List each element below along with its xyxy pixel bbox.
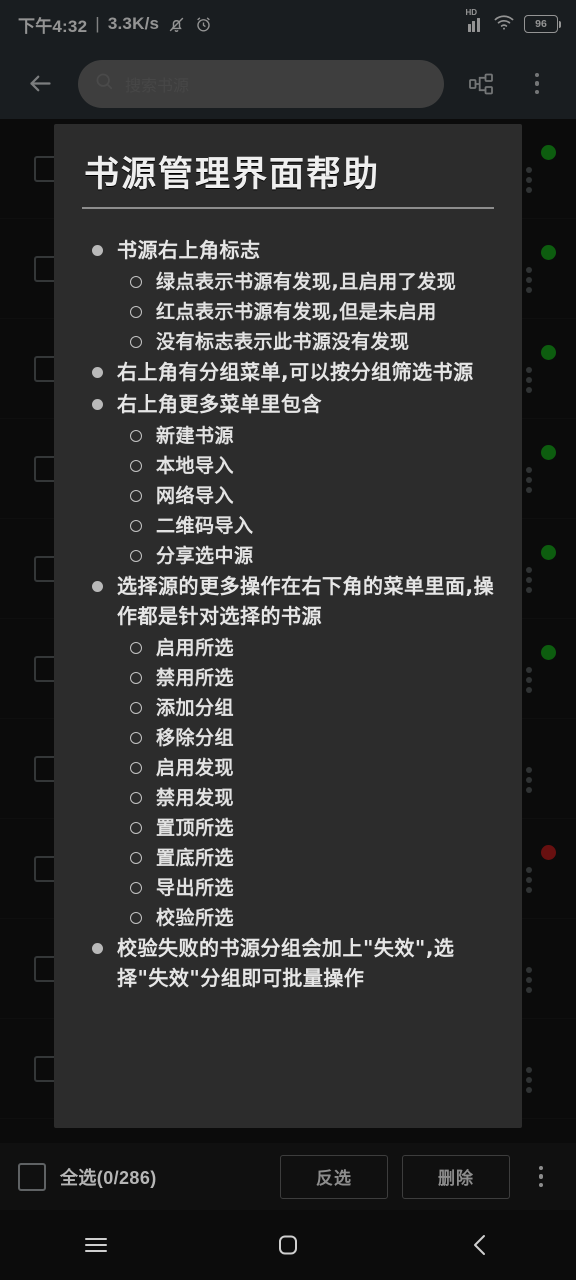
- help-bullet: 选择源的更多操作在右下角的菜单里面,操作都是针对选择的书源: [84, 571, 496, 631]
- hollow-bullet-icon: [130, 912, 142, 924]
- hollow-bullet-icon: [130, 490, 142, 502]
- help-sub-item: 置顶所选: [84, 813, 496, 843]
- select-all-checkbox[interactable]: [18, 1162, 46, 1191]
- select-all-label: 全选(0/286): [60, 1167, 157, 1188]
- hollow-bullet-icon: [130, 672, 142, 684]
- hollow-bullet-icon: [130, 702, 142, 714]
- recents-menu-icon[interactable]: [51, 1210, 141, 1280]
- help-sub-item-text: 移除分组: [156, 727, 235, 749]
- bottom-overflow-menu-icon[interactable]: [524, 1153, 558, 1201]
- help-bullet-text: 右上角更多菜单里包含: [117, 392, 322, 416]
- help-sub-item: 移除分组: [84, 723, 496, 753]
- hollow-bullet-icon: [130, 460, 142, 472]
- hollow-bullet-icon: [130, 642, 142, 654]
- back-chevron-icon[interactable]: [435, 1210, 525, 1280]
- delete-button[interactable]: 删除: [402, 1154, 510, 1199]
- phone-screen: 下午4:32 | 3.3K/s HD 96 搜索书源 书源管理界面帮助 书源右上…: [0, 0, 576, 1280]
- hollow-bullet-icon: [130, 762, 142, 774]
- help-sub-item: 没有标志表示此书源没有发现: [84, 327, 496, 357]
- help-sub-item-text: 启用所选: [156, 637, 235, 659]
- help-sub-item-text: 绿点表示书源有发现,且启用了发现: [156, 271, 457, 293]
- hollow-bullet-icon: [130, 792, 142, 804]
- help-sub-item-text: 导出所选: [156, 877, 235, 899]
- help-sub-item: 添加分组: [84, 693, 496, 723]
- hollow-bullet-icon: [130, 336, 142, 348]
- help-sub-item: 置底所选: [84, 843, 496, 873]
- hollow-bullet-icon: [130, 550, 142, 562]
- help-sub-item: 校验所选: [84, 903, 496, 933]
- help-bullet: 书源右上角标志: [84, 235, 496, 265]
- filled-bullet-icon: [92, 943, 103, 954]
- help-sub-item: 本地导入: [84, 451, 496, 481]
- hollow-bullet-icon: [130, 732, 142, 744]
- help-sub-item: 二维码导入: [84, 511, 496, 541]
- help-sub-item: 红点表示书源有发现,但是未启用: [84, 297, 496, 327]
- help-sub-item: 网络导入: [84, 481, 496, 511]
- help-sub-item-text: 禁用所选: [156, 667, 235, 689]
- help-bullet: 右上角更多菜单里包含: [84, 389, 496, 419]
- help-sub-item: 绿点表示书源有发现,且启用了发现: [84, 267, 496, 297]
- help-sub-item: 禁用所选: [84, 663, 496, 693]
- help-sub-item-text: 启用发现: [156, 757, 235, 779]
- hollow-bullet-icon: [130, 882, 142, 894]
- home-square-icon[interactable]: [243, 1210, 333, 1280]
- help-sub-item-text: 二维码导入: [156, 515, 254, 537]
- dialog-title: 书源管理界面帮助: [84, 154, 381, 195]
- help-bullet-text: 书源右上角标志: [117, 238, 261, 262]
- help-sub-item-text: 校验所选: [156, 907, 235, 929]
- help-bullet: 校验失败的书源分组会加上"失效",选择"失效"分组即可批量操作: [84, 933, 496, 993]
- help-bullet: 右上角有分组菜单,可以按分组筛选书源: [84, 357, 496, 387]
- help-sub-item: 新建书源: [84, 421, 496, 451]
- help-sub-item-text: 新建书源: [156, 425, 235, 447]
- bottom-action-bar: 全选(0/286) 反选 删除: [0, 1143, 576, 1210]
- filled-bullet-icon: [92, 399, 103, 410]
- help-sub-item: 分享选中源: [84, 541, 496, 571]
- hollow-bullet-icon: [130, 276, 142, 288]
- hollow-bullet-icon: [130, 520, 142, 532]
- hollow-bullet-icon: [130, 852, 142, 864]
- title-divider: [82, 207, 494, 209]
- help-sub-item: 禁用发现: [84, 783, 496, 813]
- invert-selection-button[interactable]: 反选: [280, 1154, 388, 1199]
- hollow-bullet-icon: [130, 306, 142, 318]
- help-sub-item-text: 红点表示书源有发现,但是未启用: [156, 301, 437, 323]
- help-sub-item: 启用发现: [84, 753, 496, 783]
- dialog-body: 书源右上角标志绿点表示书源有发现,且启用了发现 红点表示书源有发现,但是未启用 没有…: [80, 235, 496, 993]
- help-sub-item-text: 分享选中源: [156, 545, 254, 567]
- hollow-bullet-icon: [130, 822, 142, 834]
- help-sub-item: 导出所选: [84, 873, 496, 903]
- help-sub-item: 启用所选: [84, 633, 496, 663]
- help-sub-item-text: 本地导入: [156, 455, 235, 477]
- help-sub-item-text: 没有标志表示此书源没有发现: [156, 331, 410, 353]
- filled-bullet-icon: [92, 245, 103, 256]
- help-bullet-text: 右上角有分组菜单,可以按分组筛选书源: [117, 360, 474, 384]
- system-nav-bar: [0, 1210, 576, 1280]
- help-dialog: 书源管理界面帮助 书源右上角标志绿点表示书源有发现,且启用了发现 红点表示书源有发…: [54, 124, 522, 1128]
- help-sub-item-text: 添加分组: [156, 697, 235, 719]
- help-sub-item-text: 网络导入: [156, 485, 235, 507]
- help-bullet-text: 校验失败的书源分组会加上"失效",选择"失效"分组即可批量操作: [117, 936, 455, 990]
- help-sub-item-text: 置底所选: [156, 847, 235, 869]
- hollow-bullet-icon: [130, 430, 142, 442]
- help-bullet-text: 选择源的更多操作在右下角的菜单里面,操作都是针对选择的书源: [117, 574, 495, 628]
- filled-bullet-icon: [92, 367, 103, 378]
- help-sub-item-text: 禁用发现: [156, 787, 235, 809]
- filled-bullet-icon: [92, 581, 103, 592]
- help-sub-item-text: 置顶所选: [156, 817, 235, 839]
